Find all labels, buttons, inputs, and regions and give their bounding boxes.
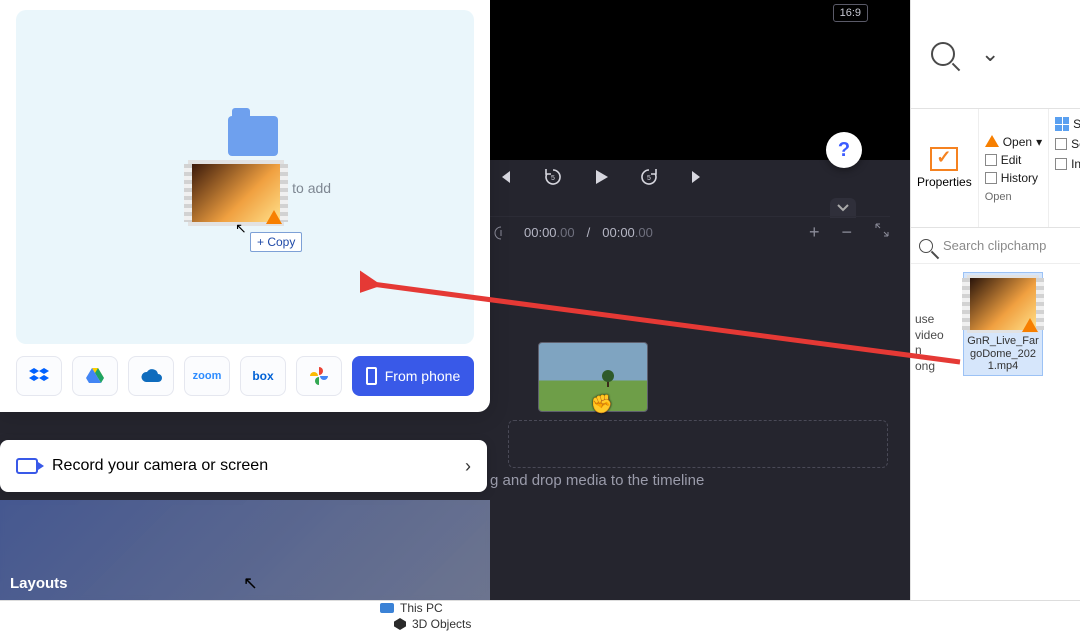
nav-this-pc[interactable]: This PC 3D Objects — [0, 601, 471, 632]
this-pc-icon — [380, 603, 394, 613]
explorer-header: ⌄ — [911, 0, 1080, 108]
fit-timeline-button[interactable] — [874, 222, 890, 243]
vlc-icon — [985, 135, 999, 147]
forward-5-button[interactable]: 5 — [638, 166, 660, 188]
ribbon-select-none[interactable]: Sele — [1055, 135, 1080, 153]
ribbon-properties-label: Properties — [917, 175, 972, 189]
ribbon-edit[interactable]: Edit — [985, 151, 1022, 169]
file-grid: use video n ong GnR_Live_FargoDome_2021.… — [911, 264, 1080, 384]
layouts-label: Layouts — [10, 575, 68, 592]
from-phone-button[interactable]: From phone — [352, 356, 474, 396]
timeline[interactable]: ✊ — [490, 290, 890, 500]
help-button[interactable]: ? — [826, 132, 862, 168]
rewind-5-button[interactable]: 5 — [542, 166, 564, 188]
chevron-down-icon — [837, 204, 849, 212]
folder-icon — [228, 116, 278, 156]
source-dropbox[interactable] — [16, 356, 62, 396]
explorer-search[interactable]: Search clipchamp — [911, 228, 1080, 264]
time-total: 00:00.00 — [602, 225, 653, 240]
svg-text:5: 5 — [551, 175, 555, 182]
drag-copy-chip: + Copy — [250, 232, 302, 252]
ribbon-select-group: Sele Sele Inve — [1049, 109, 1080, 227]
aspect-ratio-badge[interactable]: 16:9 — [833, 4, 868, 22]
media-import-panel: Drop media here to add ↖ + Copy zoom box… — [0, 0, 490, 412]
from-phone-label: From phone — [385, 368, 460, 384]
file-item-selected[interactable]: GnR_Live_FargoDome_2021.mp4 — [963, 272, 1043, 376]
timeline-hint-text: g and drop media to the timeline — [490, 472, 704, 489]
play-button[interactable] — [590, 166, 612, 188]
explorer-nav-tree-fragment: This PC 3D Objects — [0, 600, 1080, 632]
source-onedrive[interactable] — [128, 356, 174, 396]
ribbon-open-group: Open ▾ Edit History Open — [979, 109, 1049, 227]
expand-panel-button[interactable] — [830, 198, 856, 218]
camera-icon — [16, 458, 38, 474]
chevron-right-icon: › — [465, 456, 471, 477]
tree-icon — [602, 369, 612, 387]
skip-start-button[interactable] — [494, 166, 516, 188]
search-placeholder: Search clipchamp — [943, 238, 1046, 253]
ribbon-invert-selection[interactable]: Inve — [1055, 155, 1080, 173]
source-google-drive[interactable] — [72, 356, 118, 396]
properties-icon — [930, 147, 958, 171]
source-box[interactable]: box — [240, 356, 286, 396]
file-name: GnR_Live_FargoDome_2021.mp4 — [966, 335, 1040, 373]
source-google-photos[interactable] — [296, 356, 342, 396]
explorer-ribbon: Properties Open ▾ Edit History Open Sele… — [911, 108, 1080, 228]
media-drop-zone[interactable]: Drop media here to add ↖ + Copy — [16, 10, 474, 344]
skip-end-button[interactable] — [686, 166, 708, 188]
edit-icon — [985, 154, 997, 166]
playback-controls: 5 5 — [494, 166, 708, 188]
ribbon-select-all[interactable]: Sele — [1055, 115, 1080, 133]
svg-text:5: 5 — [647, 175, 651, 182]
ribbon-open[interactable]: Open ▾ — [985, 133, 1042, 151]
select-all-icon — [1055, 117, 1069, 131]
timeline-toolbar: 00:00.00 / 00:00.00 + − — [490, 216, 890, 244]
vlc-icon — [266, 210, 282, 224]
invert-icon — [1055, 158, 1067, 170]
record-camera-screen-button[interactable]: Record your camera or screen › — [0, 440, 487, 492]
zoom-out-button[interactable]: − — [841, 222, 852, 243]
timeline-drop-track[interactable] — [508, 420, 888, 468]
file-explorer: ⌄ Properties Open ▾ Edit History Open Se… — [910, 0, 1080, 632]
search-icon[interactable] — [931, 42, 955, 66]
import-sources: zoom box From phone — [0, 356, 490, 412]
file-thumbnail — [967, 275, 1039, 333]
phone-icon — [366, 367, 377, 385]
source-zoom[interactable]: zoom — [184, 356, 230, 396]
ribbon-properties[interactable]: Properties — [911, 109, 979, 227]
dropdown-caret-icon: ▾ — [1036, 135, 1042, 149]
layouts-section[interactable]: Layouts ↖ — [0, 500, 490, 600]
timeline-clip-placeholder[interactable]: ✊ — [538, 342, 648, 412]
zoom-in-button[interactable]: + — [809, 222, 820, 243]
vlc-icon — [1022, 318, 1038, 332]
mouse-cursor-icon: ↖ — [243, 573, 258, 594]
search-icon — [919, 239, 933, 253]
grab-cursor-icon: ✊ — [591, 394, 613, 415]
ribbon-group-open: Open — [985, 187, 1012, 203]
3d-objects-icon — [394, 618, 406, 630]
time-separator: / — [587, 225, 591, 240]
select-none-icon — [1055, 138, 1067, 150]
mouse-cursor-icon: ↖ — [235, 220, 247, 237]
ribbon-history[interactable]: History — [985, 169, 1038, 187]
audio-toggle-icon[interactable] — [490, 222, 512, 244]
history-icon — [985, 172, 997, 184]
dragged-file-thumbnail — [188, 160, 284, 226]
record-label: Record your camera or screen — [52, 457, 268, 475]
time-current: 00:00.00 — [524, 225, 575, 240]
chevron-down-icon[interactable]: ⌄ — [981, 41, 999, 67]
file-item-partial[interactable]: use video n ong — [915, 272, 955, 376]
